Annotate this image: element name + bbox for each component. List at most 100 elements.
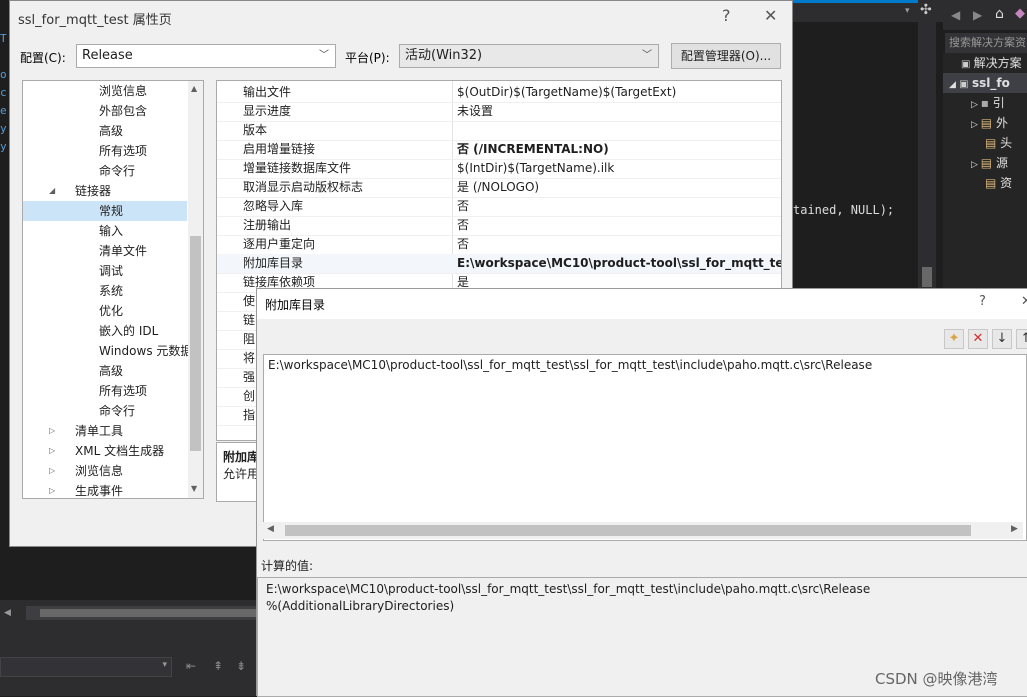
tree-item[interactable]: 高级 [23,361,187,381]
property-value[interactable]: $(IntDir)$(TargetName).ilk [457,159,781,178]
expander-icon: ◢ [949,80,960,90]
tree-scrollbar[interactable]: ▲ ▼ [188,81,203,498]
platform-select[interactable]: 活动(Win32) ﹀ [399,44,659,68]
scrollbar-thumb[interactable] [285,525,971,536]
tree-item[interactable]: 清单文件 [23,241,187,261]
editor-horizontal-scrollbar[interactable] [26,606,260,620]
property-value[interactable]: E:\workspace\MC10\product-tool\ssl_for_m… [457,254,781,273]
scroll-left-icon[interactable]: ◀ [4,608,11,618]
property-row[interactable]: 取消显示启动版权标志 是 (/NOLOGO) [217,178,781,198]
project-row[interactable]: ◢ ▣ ssl_fo [943,73,1027,93]
solution-search-input[interactable]: 搜索解决方案资 [945,33,1027,53]
back-icon[interactable]: ◀ [951,8,960,22]
collapsed-icon[interactable]: ▷ [49,421,55,441]
property-row[interactable]: 忽略导入库 否 [217,197,781,217]
directory-entry[interactable]: E:\workspace\MC10\product-tool\ssl_for_m… [268,358,872,372]
property-row[interactable]: 注册输出 否 [217,216,781,236]
home-icon[interactable]: ⌂ [995,6,1004,22]
tree-item[interactable]: ▷ 浏览信息 [23,461,187,481]
tree-item[interactable]: 嵌入的 IDL [23,321,187,341]
new-folder-icon[interactable]: ✦ [944,329,964,349]
tree-item[interactable]: 常规 [23,201,187,221]
tree-item[interactable]: Windows 元数据 [23,341,192,361]
tree-item[interactable]: 浏览信息 [23,81,187,101]
resources-row[interactable]: ▤ 资 [943,173,1027,193]
property-tree[interactable]: 浏览信息 外部包含 高级 所有选项 命令行 ◢ 链接器 常规 输入 清单文件 调试 系统 优化 嵌入的 I… [22,80,204,499]
tree-item[interactable]: 所有选项 [23,141,187,161]
find-message-icon[interactable]: ⇤ [186,659,196,673]
property-row[interactable]: 启用增量链接 否 (/INCREMENTAL:NO) [217,140,781,160]
collapsed-icon[interactable]: ▷ [49,481,55,498]
scroll-down-icon[interactable]: ▼ [191,484,197,493]
scrollbar-thumb[interactable] [922,267,932,287]
code-editor[interactable]: tained, NULL); [793,22,920,292]
config-select[interactable]: Release ﹀ [76,44,336,68]
tree-item[interactable]: 所有选项 [23,381,187,401]
scrollbar-thumb[interactable] [190,236,201,451]
tree-item[interactable]: ▷ XML 文档生成器 [23,441,187,461]
tab-dropdown-icon[interactable]: ▾ [905,6,910,16]
help-button[interactable]: ? [722,6,731,25]
scroll-left-icon[interactable]: ◀ [267,524,274,534]
arrow-down-icon[interactable]: ↓ [992,329,1012,349]
arrow-up-icon[interactable]: ↑ [1016,329,1027,349]
references-row[interactable]: ▷ ▪ 引 [943,93,1027,113]
external-deps-row[interactable]: ▷ ▤ 外 [943,113,1027,133]
close-icon[interactable]: ✕ [1021,294,1027,309]
property-value[interactable]: 否 [457,235,781,254]
prev-message-icon[interactable]: ⇞ [213,659,223,673]
property-row[interactable]: 显示进度 未设置 [217,102,781,122]
config-value: Release [82,48,133,63]
collapsed-icon[interactable]: ▷ [49,441,55,461]
tree-item[interactable]: ▷ 生成事件 [23,481,187,498]
scroll-up-icon[interactable]: ▲ [191,84,197,93]
tree-item-label: 嵌入的 IDL [99,324,159,338]
property-value[interactable]: 否 [457,197,781,216]
forward-icon[interactable]: ▶ [973,8,982,22]
tree-item[interactable]: 命令行 [23,161,187,181]
property-row[interactable]: 版本 [217,121,781,141]
next-message-icon[interactable]: ⇟ [236,659,246,673]
vs-sync-icon[interactable]: ◆ [1015,6,1025,21]
property-value[interactable]: 否 [457,216,781,235]
delete-icon[interactable]: ✕ [968,329,988,349]
tree-item[interactable]: 命令行 [23,401,187,421]
property-name: 阻 [243,332,256,346]
scroll-right-icon[interactable]: ▶ [1011,524,1018,534]
property-value[interactable]: 否 (/INCREMENTAL:NO) [457,140,781,159]
tree-item[interactable]: 系统 [23,281,187,301]
output-source-combo[interactable]: ▾ [0,657,172,677]
help-button[interactable]: ? [979,294,986,309]
tree-item[interactable]: 调试 [23,261,187,281]
property-name: 版本 [243,123,268,137]
tree-item[interactable]: 输入 [23,221,187,241]
tree-item-label: 清单文件 [99,244,148,258]
property-row[interactable]: 增量链接数据库文件 $(IntDir)$(TargetName).ilk [217,159,781,179]
directory-list-hscroll[interactable]: ◀ ▶ [263,522,1023,539]
sources-row[interactable]: ▷ ▤ 源 [943,153,1027,173]
expanded-icon[interactable]: ◢ [49,181,55,201]
additional-library-dirs-dialog: 附加库目录 ? ✕ ✦ ✕ ↓ ↑ E:\workspace\MC10\prod… [256,288,1027,697]
close-icon[interactable]: ✕ [764,6,777,25]
property-value[interactable]: 是 (/NOLOGO) [457,178,781,197]
property-row[interactable]: 逐用户重定向 否 [217,235,781,255]
collapsed-icon[interactable]: ▷ [49,461,55,481]
config-manager-button[interactable]: 配置管理器(O)... [671,43,781,69]
tree-item[interactable]: ▷ 清单工具 [23,421,187,441]
property-row[interactable]: 输出文件 $(OutDir)$(TargetName)$(TargetExt) [217,83,781,103]
solution-row[interactable]: ▣ 解决方案 [943,53,1027,73]
property-value[interactable]: $(OutDir)$(TargetName)$(TargetExt) [457,83,781,102]
scrollbar-thumb[interactable] [40,609,260,617]
directory-list[interactable]: E:\workspace\MC10\product-tool\ssl_for_m… [263,354,1027,541]
code-line: tained, NULL); [793,203,895,217]
tree-item[interactable]: 高级 [23,121,187,141]
tree-item[interactable]: ◢ 链接器 [23,181,187,201]
headers-row[interactable]: ▤ 头 [943,133,1027,153]
property-value[interactable]: 未设置 [457,102,781,121]
property-row[interactable]: 附加库目录 E:\workspace\MC10\product-tool\ssl_… [217,254,781,274]
folder-icon: ▤ [980,156,996,170]
tree-item[interactable]: 外部包含 [23,101,187,121]
split-editor-icon[interactable]: ✣ [920,2,932,18]
editor-vertical-scrollbar[interactable] [918,22,936,292]
tree-item[interactable]: 优化 [23,301,187,321]
